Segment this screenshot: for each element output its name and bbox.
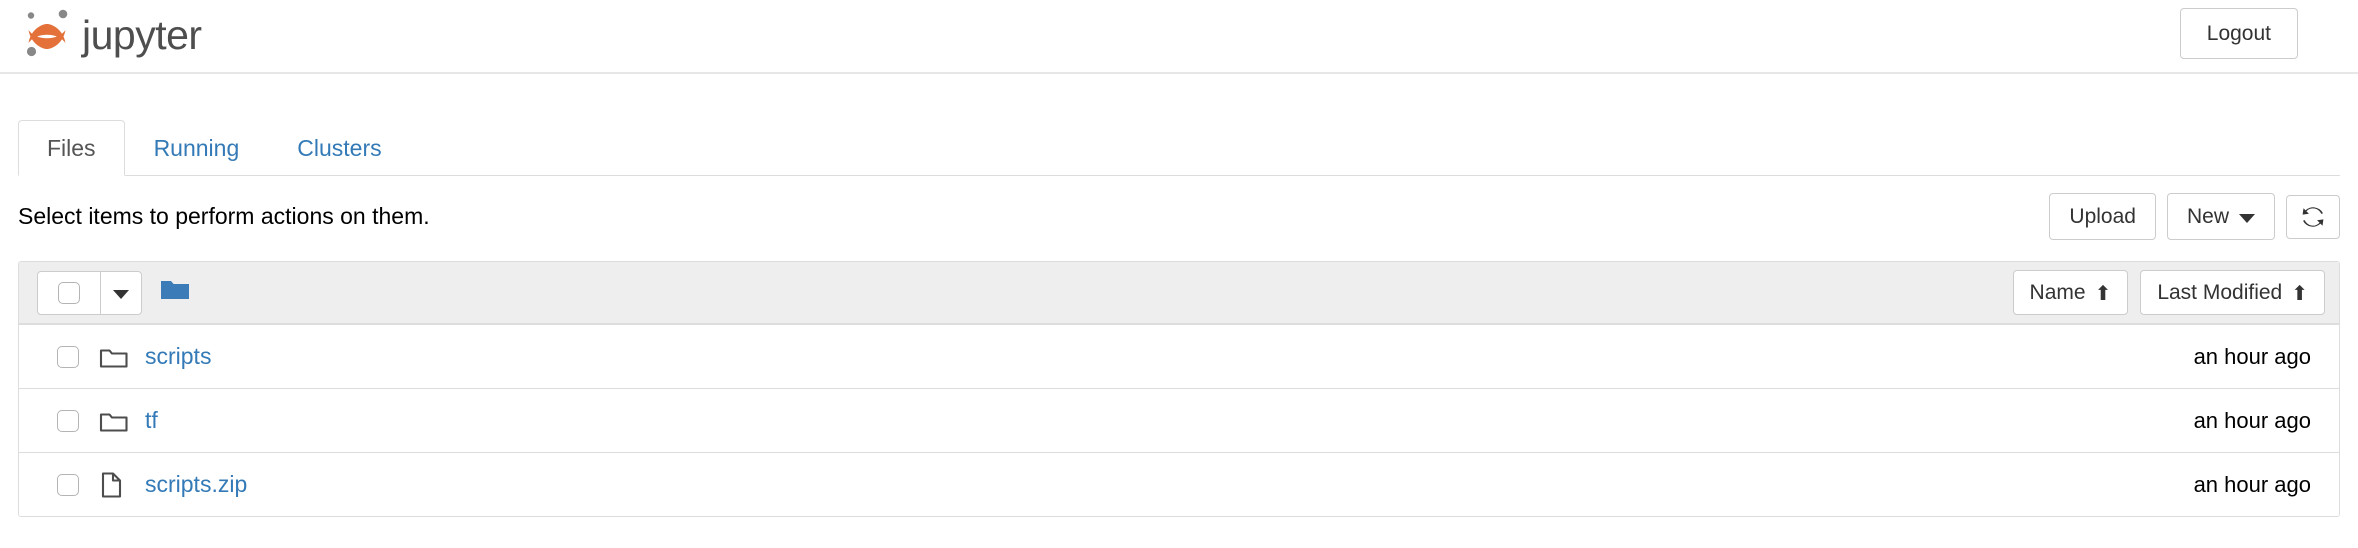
row-checkbox-cell[interactable] bbox=[37, 409, 99, 432]
action-bar: Select items to perform actions on them.… bbox=[18, 193, 2340, 249]
folder-outline-icon bbox=[99, 345, 145, 369]
caret-down-icon bbox=[2239, 214, 2255, 224]
file-link[interactable]: tf bbox=[145, 407, 158, 434]
page-body: Files Running Clusters Select items to p… bbox=[0, 115, 2358, 517]
new-button[interactable]: New bbox=[2166, 193, 2275, 241]
file-link[interactable]: scripts.zip bbox=[145, 471, 247, 498]
toolbar: Upload New bbox=[2049, 193, 2340, 241]
tab-running[interactable]: Running bbox=[125, 120, 269, 176]
sort-modified-label: Last Modified bbox=[2157, 280, 2283, 304]
file-list-header: Name ⬆ Last Modified ⬆ bbox=[19, 262, 2339, 324]
arrow-up-icon: ⬆ bbox=[2291, 282, 2308, 305]
file-list: Name ⬆ Last Modified ⬆ scripts an hour a… bbox=[18, 261, 2340, 517]
file-link[interactable]: scripts bbox=[145, 343, 211, 370]
sort-name-label: Name bbox=[2029, 280, 2086, 304]
jupyter-logo-icon bbox=[18, 4, 76, 62]
site-header: jupyter Logout bbox=[0, 0, 2358, 74]
checkbox-icon[interactable] bbox=[57, 409, 79, 432]
checkbox-icon[interactable] bbox=[58, 281, 80, 304]
sort-by-name-button[interactable]: Name ⬆ bbox=[2012, 269, 2129, 316]
select-items-hint: Select items to perform actions on them. bbox=[18, 203, 430, 229]
sort-by-modified-button[interactable]: Last Modified ⬆ bbox=[2140, 269, 2325, 316]
new-button-label: New bbox=[2186, 205, 2229, 228]
select-all-dropdown[interactable] bbox=[100, 271, 141, 314]
refresh-button[interactable] bbox=[2286, 194, 2340, 239]
brand[interactable]: jupyter bbox=[18, 4, 202, 62]
file-list-sort-controls: Name ⬆ Last Modified ⬆ bbox=[2012, 269, 2325, 316]
checkbox-icon[interactable] bbox=[57, 473, 79, 496]
folder-filled-icon[interactable] bbox=[160, 278, 190, 307]
select-all-group bbox=[37, 270, 142, 315]
row-checkbox-cell[interactable] bbox=[37, 473, 99, 496]
upload-button[interactable]: Upload bbox=[2049, 193, 2156, 241]
select-all-checkbox-cell[interactable] bbox=[38, 272, 100, 314]
file-outline-icon bbox=[99, 471, 145, 499]
table-row[interactable]: scripts.zip an hour ago bbox=[19, 452, 2339, 516]
checkbox-icon[interactable] bbox=[57, 345, 79, 368]
tab-clusters[interactable]: Clusters bbox=[268, 120, 410, 176]
logout-button[interactable]: Logout bbox=[2179, 8, 2298, 60]
folder-outline-icon bbox=[99, 409, 145, 433]
file-modified: an hour ago bbox=[2193, 343, 2311, 369]
brand-title: jupyter bbox=[82, 11, 202, 58]
file-modified: an hour ago bbox=[2193, 407, 2311, 433]
file-list-header-left bbox=[37, 270, 190, 315]
file-modified: an hour ago bbox=[2193, 471, 2311, 497]
table-row[interactable]: scripts an hour ago bbox=[19, 324, 2339, 388]
tab-files[interactable]: Files bbox=[18, 120, 125, 176]
arrow-up-icon: ⬆ bbox=[2094, 282, 2112, 305]
table-row[interactable]: tf an hour ago bbox=[19, 388, 2339, 452]
caret-down-icon bbox=[113, 290, 129, 299]
main-tabs: Files Running Clusters bbox=[18, 115, 2340, 176]
refresh-icon bbox=[2301, 205, 2325, 229]
row-checkbox-cell[interactable] bbox=[37, 345, 99, 368]
